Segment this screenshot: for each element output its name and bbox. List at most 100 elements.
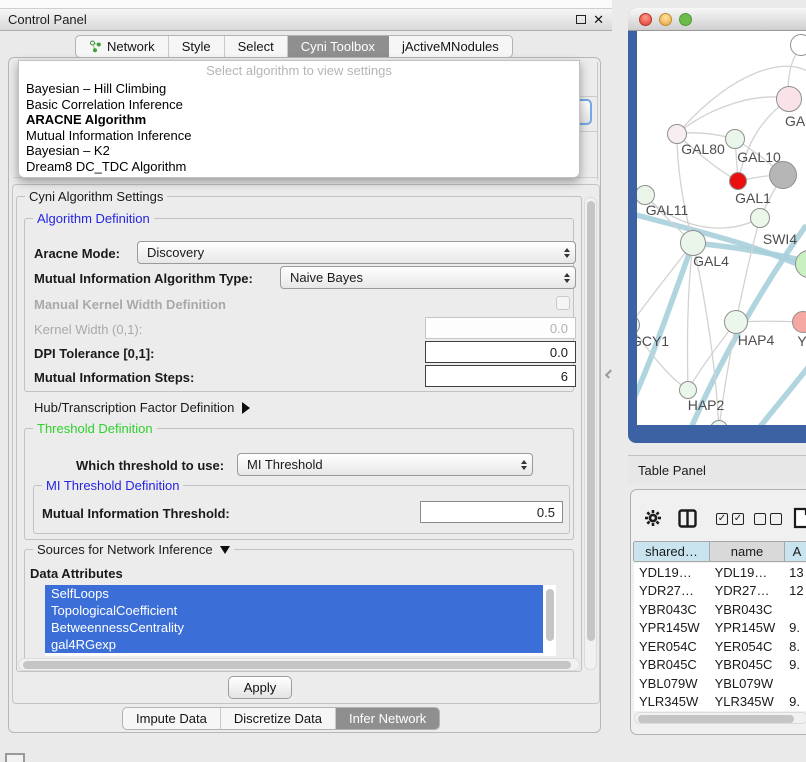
table-row[interactable]: YPR145WYPR145W9. <box>634 619 806 638</box>
tab-jactivemnodules[interactable]: jActiveMNodules <box>389 36 512 57</box>
minimize-traffic-light-icon[interactable] <box>659 13 672 26</box>
table-cell: 9. <box>786 620 806 635</box>
data-attribute-item[interactable]: SelfLoops <box>45 585 543 602</box>
table-hscrollbar-track[interactable] <box>634 712 806 724</box>
which-threshold-combobox[interactable]: MI Threshold <box>237 453 533 476</box>
algorithm-menu-item[interactable]: ARACNE Algorithm <box>19 112 579 128</box>
algorithm-dropdown-popup: Select algorithm to view settings Bayesi… <box>18 60 580 178</box>
table-cell: 9. <box>786 694 806 709</box>
tab-label: Select <box>238 39 274 54</box>
network-node-gal10[interactable] <box>725 129 745 149</box>
select-all-columns-icon[interactable]: ✓ ✓ <box>716 513 744 525</box>
table-row[interactable]: YDR27…YDR27…12 <box>634 582 806 601</box>
mi-threshold-field[interactable]: 0.5 <box>420 501 563 523</box>
close-traffic-light-icon[interactable] <box>639 13 652 26</box>
network-node-hap4[interactable] <box>724 310 748 334</box>
tab-cyni-toolbox[interactable]: Cyni Toolbox <box>288 36 389 57</box>
tab-label: Discretize Data <box>234 711 322 726</box>
column-header-partial[interactable]: A <box>784 542 806 561</box>
settings-hscrollbar-track[interactable] <box>18 658 580 671</box>
network-node[interactable] <box>790 34 806 56</box>
tab-impute-data[interactable]: Impute Data <box>123 708 221 729</box>
dpi-tolerance-field[interactable]: 0.0 <box>425 341 576 363</box>
table-cell: YLR345W <box>634 694 711 709</box>
settings-vscrollbar-thumb[interactable] <box>587 201 595 641</box>
table-body: YDL19…YDL19…13YDR27…YDR27…12YBR043CYBR04… <box>634 563 806 711</box>
close-icon[interactable]: ✕ <box>593 15 604 25</box>
collapsed-corner-widget[interactable] <box>5 753 25 762</box>
network-node[interactable] <box>795 250 806 278</box>
table-settings-gear-icon[interactable] <box>644 509 662 530</box>
network-node-swi4[interactable] <box>750 208 770 228</box>
hub-definition-expander[interactable]: Hub/Transcription Factor Definition <box>34 400 250 415</box>
zoom-traffic-light-icon[interactable] <box>679 13 692 26</box>
columns-icon[interactable] <box>678 509 697 531</box>
table-panel-titlebar: Table Panel <box>628 455 806 484</box>
dpi-tolerance-label: DPI Tolerance [0,1]: <box>34 346 154 361</box>
network-node-y[interactable] <box>792 311 806 333</box>
tab-label: Cyni Toolbox <box>301 39 375 54</box>
mi-algorithm-type-combobox[interactable]: Naive Bayes <box>280 266 576 289</box>
algorithm-menu-item[interactable]: Dream8 DC_TDC Algorithm <box>19 159 579 175</box>
network-node-gcy1[interactable] <box>637 315 640 335</box>
attributes-vscrollbar-thumb[interactable] <box>546 589 554 641</box>
node-label: SWI4 <box>763 231 797 247</box>
tab-infer-network[interactable]: Infer Network <box>336 708 439 729</box>
table-cell: YBL079W <box>711 676 787 691</box>
column-header-shared-name[interactable]: shared… <box>633 542 710 561</box>
sources-header[interactable]: Sources for Network Inference <box>33 542 234 557</box>
settings-vscrollbar-track[interactable] <box>584 197 597 670</box>
algorithm-definition-title: Algorithm Definition <box>33 211 154 226</box>
network-node-gal[interactable] <box>776 86 802 112</box>
node-label: HAP2 <box>688 397 725 413</box>
table-row[interactable]: YBR043CYBR043C <box>634 600 806 619</box>
table-row[interactable]: YBL079WYBL079W <box>634 674 806 693</box>
column-header-name[interactable]: name <box>709 542 785 561</box>
algorithm-menu-item[interactable]: Bayesian – Hill Climbing <box>19 81 579 97</box>
table-row[interactable]: YLR345WYLR345W9. <box>634 693 806 712</box>
algorithm-menu-item[interactable]: Bayesian – K2 <box>19 143 579 159</box>
algorithm-placeholder: Select algorithm to view settings <box>19 61 579 81</box>
deselect-all-columns-icon[interactable] <box>754 513 782 525</box>
tab-discretize-data[interactable]: Discretize Data <box>221 708 336 729</box>
table-panel-title: Table Panel <box>638 463 706 478</box>
mi-steps-field[interactable]: 6 <box>425 365 576 387</box>
algorithm-menu-item[interactable]: Basic Correlation Inference <box>19 97 579 113</box>
tab-network[interactable]: Network <box>76 36 169 57</box>
settings-hscrollbar-thumb[interactable] <box>23 661 571 669</box>
network-node[interactable] <box>710 420 728 425</box>
table-row[interactable]: YDL19…YDL19…13 <box>634 563 806 582</box>
float-window-icon[interactable] <box>576 15 586 24</box>
network-node-gal1[interactable] <box>729 172 747 190</box>
data-attributes-list[interactable]: SelfLoopsTopologicalCoefficientBetweenne… <box>45 585 556 656</box>
tab-label: Infer Network <box>349 711 426 726</box>
cyni-algorithm-settings-title: Cyni Algorithm Settings <box>25 189 167 204</box>
table-cell: YLR345W <box>711 694 787 709</box>
table-row[interactable]: YER054CYER054C8. <box>634 637 806 656</box>
tab-select[interactable]: Select <box>225 36 288 57</box>
which-threshold-value: MI Threshold <box>247 457 521 472</box>
data-attribute-item[interactable]: TopologicalCoefficient <box>45 602 543 619</box>
algorithm-menu-item[interactable]: Mutual Information Inference <box>19 128 579 144</box>
table-header-row: shared… name A <box>634 541 806 562</box>
new-table-document-icon[interactable] <box>793 507 806 532</box>
network-node[interactable] <box>769 161 797 189</box>
network-canvas[interactable]: GALGAL80GAL10GAL1GAL11SWI4GAL4GCY1HAP4YH… <box>637 31 806 425</box>
tab-style[interactable]: Style <box>169 36 225 57</box>
table-cell: YDR27… <box>634 583 711 598</box>
data-attribute-item[interactable]: gal4RGexp <box>45 636 543 653</box>
table-cell: YBR045C <box>634 657 711 672</box>
stepper-icon <box>564 273 570 283</box>
table-cell: YBR043C <box>634 602 711 617</box>
tab-label: Style <box>182 39 211 54</box>
aracne-mode-combobox[interactable]: Discovery <box>137 241 576 264</box>
table-hscrollbar-thumb[interactable] <box>638 715 794 723</box>
apply-button[interactable]: Apply <box>228 676 292 699</box>
kernel-width-field[interactable]: 0.0 <box>425 317 576 339</box>
mi-threshold-label: Mutual Information Threshold: <box>42 506 230 521</box>
table-row[interactable]: YBR045CYBR045C9. <box>634 656 806 675</box>
data-attribute-item[interactable]: BetweennessCentrality <box>45 619 543 636</box>
manual-kernel-width-checkbox[interactable] <box>556 296 570 310</box>
table-cell: 13 <box>786 565 806 580</box>
panel-divider-handle[interactable] <box>605 369 614 378</box>
